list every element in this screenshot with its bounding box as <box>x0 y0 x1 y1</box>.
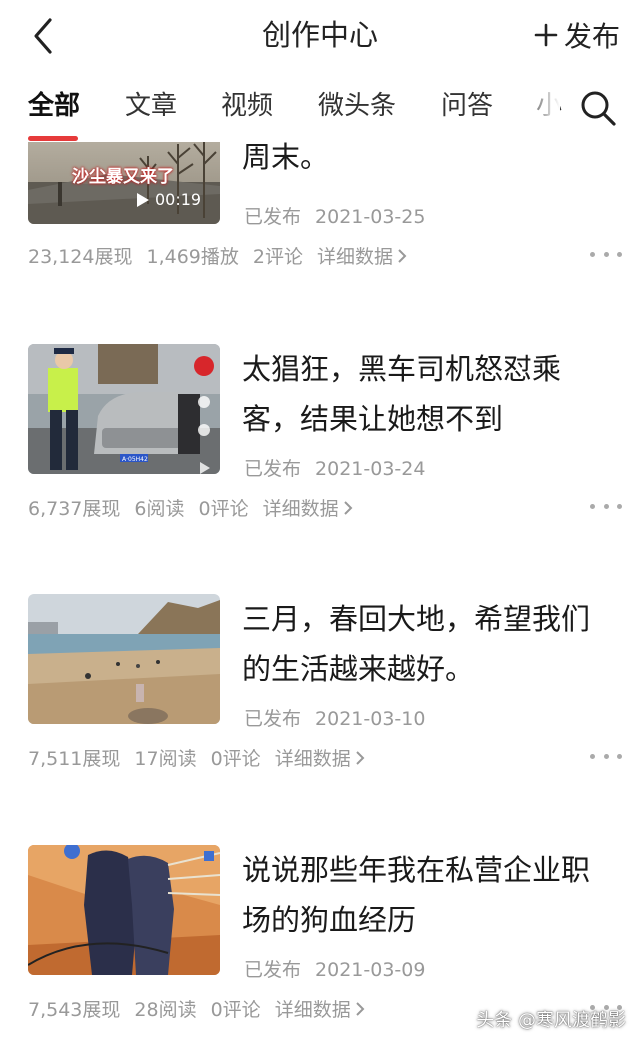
chevron-right-icon <box>355 750 365 765</box>
item-stats: 7,543展现 28阅读 0评论 详细数据 <box>28 995 365 1022</box>
item-title[interactable]: 说说那些年我在私营企业职场的狗血经历 <box>242 845 612 945</box>
watermark: 头条 @寒风渡鹤影 <box>476 1010 626 1031</box>
video-thumbnail[interactable]: 沙尘暴又来了 00:19 <box>28 142 220 224</box>
tab-articles[interactable]: 文章 <box>125 88 177 124</box>
dot-icon <box>603 251 609 257</box>
publish-date: 2021-03-24 <box>315 458 426 480</box>
item-stats: 7,511展现 17阅读 0评论 详细数据 <box>28 744 365 771</box>
dot-icon <box>617 503 622 509</box>
painted-figures-image <box>28 845 220 975</box>
search-icon <box>581 91 616 126</box>
publish-status: 已发布 <box>244 206 302 228</box>
back-button[interactable] <box>26 14 66 58</box>
reads-count: 28阅读 <box>134 999 197 1021</box>
tab-all[interactable]: 全部 <box>28 88 80 124</box>
detail-data-link[interactable]: 详细数据 <box>275 995 365 1022</box>
item-title[interactable]: 周末。 <box>242 142 612 182</box>
dot-icon <box>590 251 595 257</box>
tab-videos[interactable]: 视频 <box>221 88 273 124</box>
dot-icon <box>590 503 595 509</box>
play-icon <box>137 192 149 207</box>
article-thumbnail[interactable] <box>28 594 220 724</box>
comments-count: 2评论 <box>252 246 303 268</box>
video-thumbnail[interactable]: A·05H42 <box>28 344 220 474</box>
detail-data-label: 详细数据 <box>274 999 351 1021</box>
chevron-right-icon <box>355 1001 365 1016</box>
tab-qa[interactable]: 问答 <box>441 88 493 124</box>
chevron-right-icon <box>343 500 353 515</box>
reads-count: 6阅读 <box>134 498 185 520</box>
detail-data-link[interactable]: 详细数据 <box>317 242 407 269</box>
detail-data-link[interactable]: 详细数据 <box>263 494 353 521</box>
publish-date: 2021-03-09 <box>315 959 426 981</box>
article-thumbnail[interactable] <box>28 845 220 975</box>
publish-status: 已发布 <box>244 458 302 480</box>
item-stats: 23,124展现 1,469播放 2评论 详细数据 <box>28 242 407 269</box>
publish-info: 已发布 2021-03-25 <box>244 202 425 229</box>
item-stats: 6,737展现 6阅读 0评论 详细数据 <box>28 494 353 521</box>
dot-icon <box>603 503 609 509</box>
traffic-police-scene-image: A·05H42 <box>28 344 220 474</box>
detail-data-link[interactable]: 详细数据 <box>275 744 365 771</box>
dot-icon <box>590 753 595 759</box>
plays-count: 1,469播放 <box>146 246 239 268</box>
publish-button[interactable]: 发布 <box>534 14 620 56</box>
impressions-count: 7,511展现 <box>28 748 121 770</box>
more-options-button[interactable] <box>590 496 622 516</box>
detail-data-label: 详细数据 <box>274 748 351 770</box>
tab-micro-posts[interactable]: 微头条 <box>318 88 396 124</box>
plus-icon <box>534 23 558 47</box>
search-button[interactable] <box>576 86 620 130</box>
publish-info: 已发布 2021-03-09 <box>244 955 425 982</box>
detail-data-label: 详细数据 <box>316 246 393 268</box>
chevron-right-icon <box>398 248 407 263</box>
tab-more-clipped[interactable]: 小 <box>536 88 562 124</box>
impressions-count: 7,543展现 <box>28 999 121 1021</box>
publish-status: 已发布 <box>244 959 302 981</box>
item-title[interactable]: 三月，春回大地，希望我们的生活越来越好。 <box>242 594 612 694</box>
reads-count: 17阅读 <box>134 748 197 770</box>
more-options-button[interactable] <box>590 746 622 766</box>
publish-date: 2021-03-25 <box>315 206 426 228</box>
category-tabs: 全部 文章 视频 微头条 问答 小 <box>0 72 640 142</box>
comments-count: 0评论 <box>210 999 261 1021</box>
publish-info: 已发布 2021-03-10 <box>244 704 425 731</box>
content-list: 沙尘暴又来了 00:19 周末。 已发布 2021-03-25 23,124展现 … <box>0 142 640 1044</box>
publish-status: 已发布 <box>244 708 302 730</box>
comments-count: 0评论 <box>210 748 261 770</box>
impressions-count: 23,124展现 <box>28 246 133 268</box>
detail-data-label: 详细数据 <box>262 498 339 520</box>
more-options-button[interactable] <box>590 244 622 264</box>
dot-icon <box>617 753 622 759</box>
dot-icon <box>603 753 609 759</box>
comments-count: 0评论 <box>198 498 249 520</box>
riverbank-scene-image <box>28 594 220 724</box>
video-duration: 00:19 <box>155 190 202 209</box>
thumbnail-caption: 沙尘暴又来了 <box>72 167 174 187</box>
publish-info: 已发布 2021-03-24 <box>244 454 425 481</box>
publish-label: 发布 <box>563 20 620 53</box>
publish-date: 2021-03-10 <box>315 708 426 730</box>
dot-icon <box>617 251 622 257</box>
top-bar: 创作中心 发布 <box>0 0 640 72</box>
item-title[interactable]: 太猖狂，黑车司机怒怼乘客，结果让她想不到 <box>242 344 612 444</box>
license-plate: A·05H42 <box>122 456 148 463</box>
active-tab-indicator <box>28 136 78 141</box>
back-chevron-icon <box>34 18 52 54</box>
impressions-count: 6,737展现 <box>28 498 121 520</box>
